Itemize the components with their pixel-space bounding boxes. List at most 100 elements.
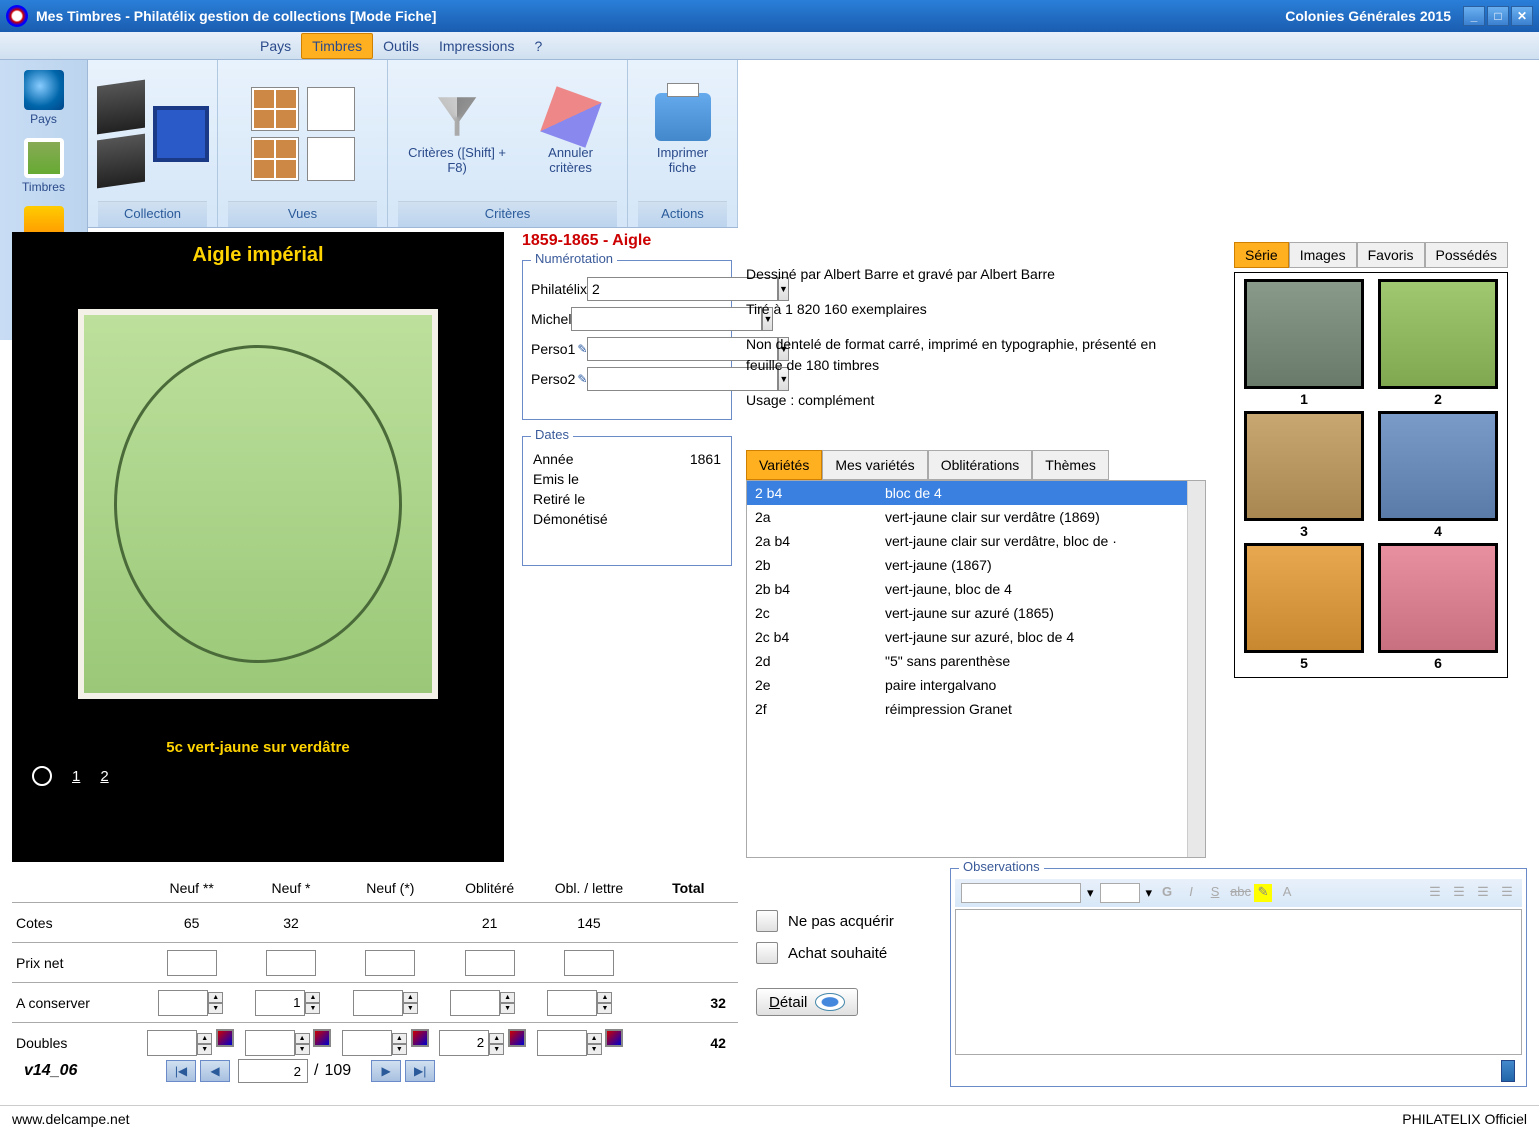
save-icon[interactable] [153,106,209,162]
criteria-button[interactable]: Critères ([Shift] + F8) [398,89,516,179]
detail-button[interactable]: DDétailétail [756,988,858,1016]
nepas-checkbox[interactable] [756,910,778,932]
view-list-icon[interactable] [307,87,355,131]
variety-row[interactable]: 2b b4vert-jaune, bloc de 4 [747,577,1205,601]
open-book-icon-2[interactable] [97,133,145,188]
exit-icon[interactable] [1501,1060,1515,1082]
thumb-cell[interactable]: 3 [1241,411,1367,539]
prixnet-input[interactable] [167,950,217,976]
align-left-button[interactable]: ☰ [1426,884,1444,902]
first-button[interactable]: |◀ [166,1060,196,1082]
bold-button[interactable]: G [1158,884,1176,902]
menu-timbres[interactable]: Timbres [301,33,373,59]
doubles-input[interactable] [342,1030,392,1056]
variety-row[interactable]: 2cvert-jaune sur azuré (1865) [747,601,1205,625]
menu-pays[interactable]: Pays [250,34,301,58]
prixnet-input[interactable] [266,950,316,976]
doubles-input[interactable] [147,1030,197,1056]
tab-mes-varietes[interactable]: Mes variétés [822,450,927,480]
thumb-cell[interactable]: 2 [1375,279,1501,407]
align-justify-button[interactable]: ☰ [1498,884,1516,902]
menu-impressions[interactable]: Impressions [429,34,524,58]
souhait-checkbox[interactable] [756,942,778,964]
open-book-icon[interactable] [97,79,145,134]
spin-up[interactable]: ▲ [208,992,223,1003]
pen-icon[interactable]: ✎ [577,342,587,356]
variety-row[interactable]: 2avert-jaune clair sur verdâtre (1869) [747,505,1205,529]
view-list-icon-2[interactable] [307,137,355,181]
maximize-button[interactable]: □ [1487,6,1509,26]
dock-pays[interactable]: Pays [5,66,83,130]
spin-up[interactable]: ▲ [403,992,418,1003]
spin-up[interactable]: ▲ [587,1033,602,1044]
scrollbar[interactable] [1187,481,1205,857]
italic-button[interactable]: I [1182,884,1200,902]
font-family-select[interactable] [961,883,1081,903]
align-right-button[interactable]: ☰ [1474,884,1492,902]
variety-row[interactable]: 2bvert-jaune (1867) [747,553,1205,577]
thumb-cell[interactable]: 6 [1375,543,1501,671]
align-center-button[interactable]: ☰ [1450,884,1468,902]
thumb-cell[interactable]: 1 [1241,279,1367,407]
tab-possedes[interactable]: Possédés [1425,242,1508,268]
variety-row[interactable]: 2c b4vert-jaune sur azuré, bloc de 4 [747,625,1205,649]
michel-input[interactable] [571,307,762,331]
font-size-select[interactable] [1100,883,1140,903]
variety-list[interactable]: 2 b4bloc de 42avert-jaune clair sur verd… [746,480,1206,858]
doubles-input[interactable] [439,1030,489,1056]
spin-down[interactable]: ▼ [197,1044,212,1055]
tab-serie[interactable]: Série [1234,242,1289,268]
menu-help[interactable]: ? [524,34,552,58]
spin-down[interactable]: ▼ [305,1003,320,1014]
spin-down[interactable]: ▼ [489,1044,504,1055]
spin-up[interactable]: ▲ [392,1033,407,1044]
chevron-down-icon[interactable]: ▾ [1146,885,1153,901]
magnifier-icon[interactable] [32,766,52,786]
spin-down[interactable]: ▼ [587,1044,602,1055]
doubles-flag-icon[interactable] [216,1029,234,1047]
spin-down[interactable]: ▼ [208,1003,223,1014]
variety-row[interactable]: 2fréimpression Granet [747,697,1205,721]
chevron-down-icon[interactable]: ▾ [1087,885,1094,901]
page-input[interactable] [238,1059,308,1083]
highlight-button[interactable]: ✎ [1254,884,1272,902]
variety-row[interactable]: 2a b4vert-jaune clair sur verdâtre, bloc… [747,529,1205,553]
view-grid-icon[interactable] [251,87,299,131]
doubles-flag-icon[interactable] [411,1029,429,1047]
dock-timbres[interactable]: Timbres [5,134,83,198]
spin-down[interactable]: ▼ [403,1003,418,1014]
preview-page-2[interactable]: 2 [100,768,108,785]
spin-down[interactable]: ▼ [597,1003,612,1014]
menu-outils[interactable]: Outils [373,34,429,58]
doubles-input[interactable] [245,1030,295,1056]
underline-button[interactable]: S [1206,884,1224,902]
font-color-button[interactable]: A [1278,884,1296,902]
spin-down[interactable]: ▼ [295,1044,310,1055]
spin-up[interactable]: ▲ [305,992,320,1003]
prixnet-input[interactable] [465,950,515,976]
prixnet-input[interactable] [365,950,415,976]
thumb-cell[interactable]: 4 [1375,411,1501,539]
aconserver-input[interactable] [158,990,208,1016]
tab-images[interactable]: Images [1289,242,1357,268]
spin-up[interactable]: ▲ [197,1033,212,1044]
tab-obliterations[interactable]: Oblitérations [928,450,1033,480]
observations-textarea[interactable] [955,909,1522,1055]
tab-themes[interactable]: Thèmes [1032,450,1109,480]
variety-row[interactable]: 2 b4bloc de 4 [747,481,1205,505]
spin-up[interactable]: ▲ [500,992,515,1003]
spin-down[interactable]: ▼ [392,1044,407,1055]
variety-row[interactable]: 2epaire intergalvano [747,673,1205,697]
pen-icon[interactable]: ✎ [577,372,587,386]
variety-row[interactable]: 2d"5" sans parenthèse [747,649,1205,673]
next-button[interactable]: ▶ [371,1060,401,1082]
close-button[interactable]: ✕ [1511,6,1533,26]
spin-up[interactable]: ▲ [295,1033,310,1044]
doubles-flag-icon[interactable] [313,1029,331,1047]
strike-button[interactable]: abc [1230,884,1248,902]
preview-page-1[interactable]: 1 [72,768,80,785]
tab-varietes[interactable]: Variétés [746,450,822,480]
aconserver-input[interactable] [353,990,403,1016]
aconserver-input[interactable] [255,990,305,1016]
prixnet-input[interactable] [564,950,614,976]
